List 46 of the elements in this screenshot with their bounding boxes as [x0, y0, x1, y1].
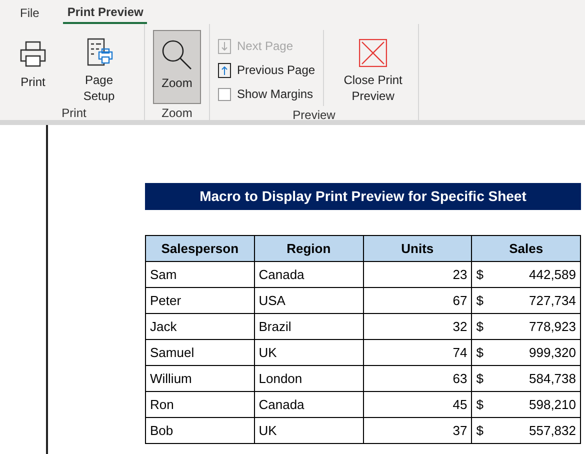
ribbon-button[interactable]: Zoom [153, 30, 201, 104]
column-header: Sales [472, 236, 580, 262]
table-cell: UK [254, 418, 363, 444]
table-cell: Jack [146, 314, 254, 340]
table-cell: 74 [363, 340, 472, 366]
table-cell: $ 598,210 [472, 392, 580, 418]
close-icon [359, 39, 388, 67]
table-cell: Canada [254, 262, 363, 288]
column-header: Salesperson [146, 236, 254, 262]
group-label: Preview [292, 107, 336, 124]
group-label: Print [62, 105, 86, 122]
table-cell: USA [254, 288, 363, 314]
table-cell: Willium [146, 366, 254, 392]
sheet-title: Macro to Display Print Preview for Specific Sheet [145, 183, 581, 210]
ribbon-button[interactable]: Close Print Preview [336, 30, 410, 104]
table-cell: Canada [254, 392, 363, 418]
printer-icon [18, 39, 48, 69]
show-margins-checkbox[interactable]: Show Margins [218, 82, 316, 106]
column-header: Region [254, 236, 363, 262]
table-cell: $ 778,923 [472, 314, 580, 340]
table-cell: 67 [363, 288, 472, 314]
table-cell: London [254, 366, 363, 392]
table-cell: Peter [146, 288, 254, 314]
group-label: Zoom [162, 105, 192, 122]
table-cell: $ 442,589 [472, 262, 580, 288]
table-cell: 45 [363, 392, 472, 418]
table-cell: UK [254, 340, 363, 366]
ribbon-button[interactable]: Page Setup [62, 30, 136, 104]
ribbon-button[interactable]: Previous Page [218, 58, 316, 82]
table-cell: 32 [363, 314, 472, 340]
table-cell: Samuel [146, 340, 254, 366]
table-cell: 23 [363, 262, 472, 288]
ribbon-tab[interactable]: File [16, 2, 44, 24]
table-cell: $ 727,734 [472, 288, 580, 314]
search-icon [160, 38, 194, 72]
table-cell: $ 557,832 [472, 418, 580, 444]
column-header: Units [363, 236, 472, 262]
table-cell: 37 [363, 418, 472, 444]
table-cell: Sam [146, 262, 254, 288]
ribbon-button[interactable]: Print [12, 30, 54, 104]
table-cell: 63 [363, 366, 472, 392]
table-cell: Bob [146, 418, 254, 444]
table-cell: $ 999,320 [472, 340, 580, 366]
table-cell: Ron [146, 392, 254, 418]
table-cell: Brazil [254, 314, 363, 340]
table-cell: $ 584,738 [472, 366, 580, 392]
